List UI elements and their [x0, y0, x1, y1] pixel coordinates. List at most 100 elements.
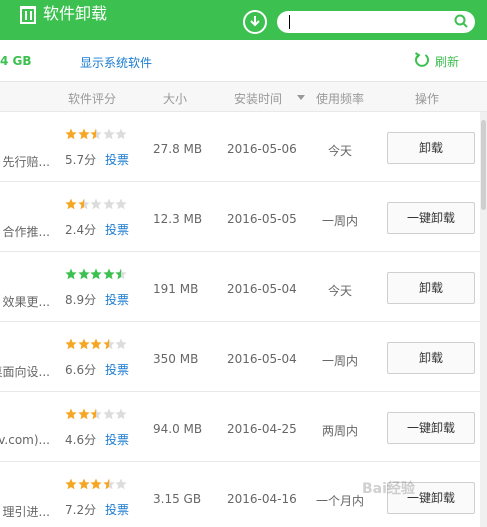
- refresh-icon: [414, 52, 429, 67]
- star-icon: [115, 268, 127, 280]
- column-operation: 操作: [415, 92, 440, 106]
- software-size: 350 MB: [153, 352, 199, 366]
- star-icon: [77, 408, 90, 420]
- star-icon: [65, 408, 77, 420]
- star-icon: [77, 338, 90, 350]
- star-icon: [90, 408, 102, 420]
- rating-score: 7.2分: [65, 503, 97, 517]
- software-row[interactable]: 合作推... 2.4分 投票 12.3 MB 2016-05-05 一周内 一键…: [0, 182, 487, 252]
- usage-frequency: 一周内: [321, 214, 358, 228]
- software-size: 27.8 MB: [153, 142, 203, 156]
- download-button[interactable]: [243, 10, 267, 34]
- install-date: 2016-05-04: [227, 352, 297, 366]
- search-box[interactable]: [277, 11, 475, 33]
- vote-link[interactable]: 投票: [105, 291, 129, 308]
- software-row[interactable]: 效果更... 8.9分 投票 191 MB 2016-05-04 今天 卸载: [0, 252, 487, 322]
- install-date: 2016-05-05: [227, 212, 297, 226]
- sort-down-icon[interactable]: [297, 95, 305, 100]
- star-icon: [90, 128, 102, 140]
- one-click-uninstall-button[interactable]: 一键卸载: [387, 412, 475, 444]
- software-size: 3.15 GB: [153, 492, 202, 506]
- vote-link[interactable]: 投票: [105, 221, 129, 238]
- star-rating: [65, 268, 129, 280]
- uninstall-button[interactable]: 卸载: [387, 272, 475, 304]
- star-icon: [115, 408, 127, 420]
- star-rating: [65, 408, 129, 420]
- software-description: 理引进...: [2, 505, 50, 519]
- rating-score: 5.7分: [65, 153, 97, 167]
- star-rating: [65, 128, 129, 140]
- star-icon: [77, 198, 90, 210]
- star-icon: [102, 128, 115, 140]
- install-date: 2016-05-04: [227, 282, 297, 296]
- column-rating[interactable]: 软件评分: [68, 90, 116, 107]
- star-icon: [102, 268, 115, 280]
- software-description: 桌面向设...: [0, 365, 50, 379]
- software-description: 合作推...: [2, 225, 50, 239]
- star-icon: [115, 338, 127, 350]
- software-description: etv.com)...: [0, 433, 50, 447]
- software-size: 94.0 MB: [153, 422, 203, 436]
- title-bar: 软件卸载: [0, 0, 487, 40]
- uninstall-button[interactable]: 卸载: [387, 132, 475, 164]
- star-rating: [65, 198, 129, 210]
- usage-frequency: 今天: [327, 144, 352, 158]
- star-icon: [115, 198, 127, 210]
- vote-link[interactable]: 投票: [105, 501, 129, 518]
- watermark: Bai经验: [362, 481, 415, 497]
- rating-score: 8.9分: [65, 293, 97, 307]
- star-icon: [102, 478, 115, 490]
- star-icon: [77, 478, 90, 490]
- column-header: 软件评分 大小 安装时间 使用频率 操作: [0, 82, 487, 112]
- software-row[interactable]: 先行赔... 5.7分 投票 27.8 MB 2016-05-06 今天 卸载: [0, 112, 487, 182]
- software-size: 191 MB: [153, 282, 199, 296]
- star-icon: [65, 268, 77, 280]
- usage-frequency: 今天: [327, 284, 352, 298]
- column-size[interactable]: 大小: [163, 90, 187, 107]
- star-icon: [102, 198, 115, 210]
- install-date: 2016-05-06: [227, 142, 297, 156]
- search-input[interactable]: [287, 14, 447, 30]
- star-icon: [90, 338, 102, 350]
- install-date: 2016-04-25: [227, 422, 297, 436]
- rating-score: 6.6分: [65, 363, 97, 377]
- star-icon: [115, 478, 127, 490]
- refresh-label: 刷新: [435, 55, 460, 69]
- summary-bar: 4 GB 显示系统软件 刷新: [0, 40, 487, 82]
- column-install-time[interactable]: 安装时间: [234, 90, 282, 107]
- one-click-uninstall-button[interactable]: 一键卸载: [387, 202, 475, 234]
- star-rating: [65, 338, 129, 350]
- total-size: 4 GB: [0, 54, 32, 68]
- software-description: 效果更...: [2, 295, 50, 309]
- scrollbar[interactable]: [480, 112, 487, 527]
- rating-score: 2.4分: [65, 223, 97, 237]
- software-size: 12.3 MB: [153, 212, 203, 226]
- vote-link[interactable]: 投票: [105, 151, 129, 168]
- star-icon: [65, 128, 77, 140]
- search-icon[interactable]: [454, 14, 468, 28]
- uninstall-button[interactable]: 卸载: [387, 342, 475, 374]
- star-icon: [65, 338, 77, 350]
- software-row[interactable]: 桌面向设... 6.6分 投票 350 MB 2016-05-04 一周内 卸载: [0, 322, 487, 392]
- rating-score: 4.6分: [65, 433, 97, 447]
- star-icon: [65, 478, 77, 490]
- trash-icon: [20, 6, 36, 24]
- show-system-software-link[interactable]: 显示系统软件: [80, 54, 152, 71]
- star-icon: [77, 128, 90, 140]
- scrollbar-thumb[interactable]: [481, 120, 486, 210]
- usage-frequency: 两周内: [321, 424, 358, 438]
- column-frequency[interactable]: 使用频率: [316, 90, 364, 107]
- star-icon: [65, 198, 77, 210]
- vote-link[interactable]: 投票: [105, 431, 129, 448]
- install-date: 2016-04-16: [227, 492, 297, 506]
- software-row[interactable]: etv.com)... 4.6分 投票 94.0 MB 2016-04-25 两…: [0, 392, 487, 462]
- software-description: 先行赔...: [2, 155, 50, 169]
- star-icon: [115, 128, 127, 140]
- star-icon: [77, 268, 90, 280]
- star-icon: [102, 338, 115, 350]
- usage-frequency: 一周内: [321, 354, 358, 368]
- star-icon: [102, 408, 115, 420]
- star-icon: [90, 478, 102, 490]
- vote-link[interactable]: 投票: [105, 361, 129, 378]
- window-title: 软件卸载: [43, 4, 108, 23]
